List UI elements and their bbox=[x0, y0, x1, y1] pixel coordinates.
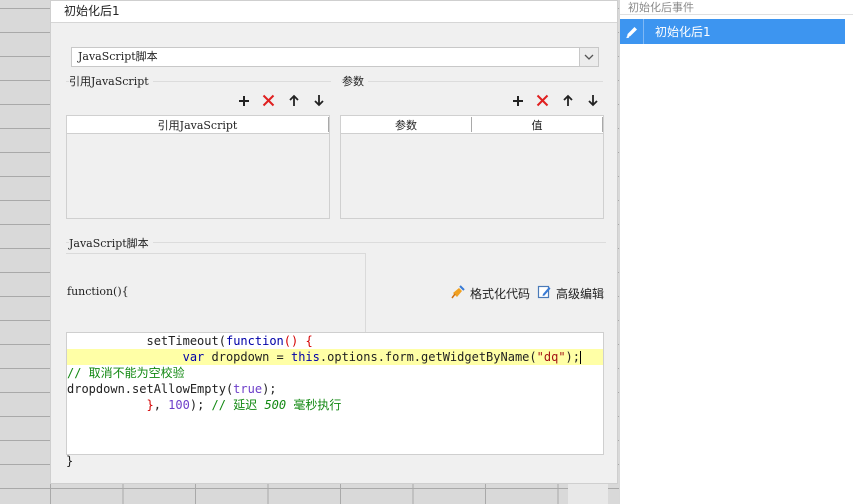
ref-toolbar bbox=[235, 92, 327, 109]
code-line: // 取消不能为空校验 bbox=[67, 365, 603, 381]
function-header: function(){ bbox=[67, 285, 129, 298]
add-icon[interactable] bbox=[509, 92, 526, 109]
params-toolbar bbox=[509, 92, 601, 109]
ref-js-table-header: 引用JavaScript bbox=[67, 116, 329, 134]
param-name-column-header[interactable]: 参数 bbox=[341, 117, 472, 132]
events-panel: 初始化后事件 初始化后1 bbox=[619, 0, 853, 504]
script-group-label: JavaScript脚本 bbox=[69, 235, 153, 251]
event-editor-dialog: 初始化后1 JavaScript脚本 引用JavaScript 引用JavaSc… bbox=[50, 0, 618, 484]
params-table[interactable]: 参数 值 bbox=[340, 115, 604, 219]
events-panel-divider bbox=[620, 14, 853, 15]
param-value-column-header[interactable]: 值 bbox=[472, 117, 603, 132]
code-line: }, 100); // 延迟 500 毫秒执行 bbox=[67, 397, 603, 413]
advanced-edit-button[interactable]: 高级编辑 bbox=[537, 284, 604, 302]
edit-document-icon bbox=[537, 284, 552, 302]
code-editor[interactable]: setTimeout(function() { var dropdown = t… bbox=[66, 332, 604, 455]
events-panel-header: 初始化后事件 bbox=[628, 1, 694, 14]
dialog-title: 初始化后1 bbox=[51, 1, 617, 23]
script-type-value: JavaScript脚本 bbox=[78, 50, 158, 63]
function-closing-brace: } bbox=[66, 454, 74, 468]
add-icon[interactable] bbox=[235, 92, 252, 109]
chevron-down-icon[interactable] bbox=[579, 48, 598, 66]
edit-icon[interactable] bbox=[620, 19, 644, 44]
ref-js-table[interactable]: 引用JavaScript bbox=[66, 115, 330, 219]
params-group-divider bbox=[341, 81, 603, 82]
format-code-button[interactable]: 格式化代码 bbox=[450, 284, 530, 303]
code-line: setTimeout(function() { bbox=[67, 333, 603, 349]
code-line-text: }, 100); // 延迟 500 毫秒执行 bbox=[146, 398, 342, 412]
params-table-header: 参数 值 bbox=[341, 116, 603, 134]
advanced-edit-label: 高级编辑 bbox=[556, 286, 605, 301]
code-line-text: // 取消不能为空校验 bbox=[67, 366, 185, 380]
move-up-icon[interactable] bbox=[285, 92, 302, 109]
code-line-current: var dropdown = this.options.form.getWidg… bbox=[67, 349, 603, 365]
code-line: dropdown.setAllowEmpty(true); bbox=[67, 381, 603, 397]
ref-group-label: 引用JavaScript bbox=[69, 73, 153, 89]
move-down-icon[interactable] bbox=[310, 92, 327, 109]
delete-icon[interactable] bbox=[260, 92, 277, 109]
code-line-text: dropdown.setAllowEmpty(true); bbox=[67, 382, 277, 396]
script-type-select[interactable]: JavaScript脚本 bbox=[71, 47, 599, 67]
code-line-text: var dropdown = this.options.form.getWidg… bbox=[182, 350, 580, 364]
event-item-label: 初始化后1 bbox=[655, 25, 711, 39]
ref-js-column-header[interactable]: 引用JavaScript bbox=[67, 117, 329, 132]
event-item-selected[interactable]: 初始化后1 bbox=[620, 19, 845, 44]
move-down-icon[interactable] bbox=[584, 92, 601, 109]
move-up-icon[interactable] bbox=[559, 92, 576, 109]
delete-icon[interactable] bbox=[534, 92, 551, 109]
code-line-text: setTimeout(function() { bbox=[146, 334, 313, 348]
broom-icon bbox=[450, 284, 466, 303]
params-group-label: 参数 bbox=[342, 73, 368, 89]
spreadsheet-filler bbox=[568, 484, 608, 504]
text-caret bbox=[580, 351, 581, 364]
format-code-label: 格式化代码 bbox=[470, 287, 531, 301]
